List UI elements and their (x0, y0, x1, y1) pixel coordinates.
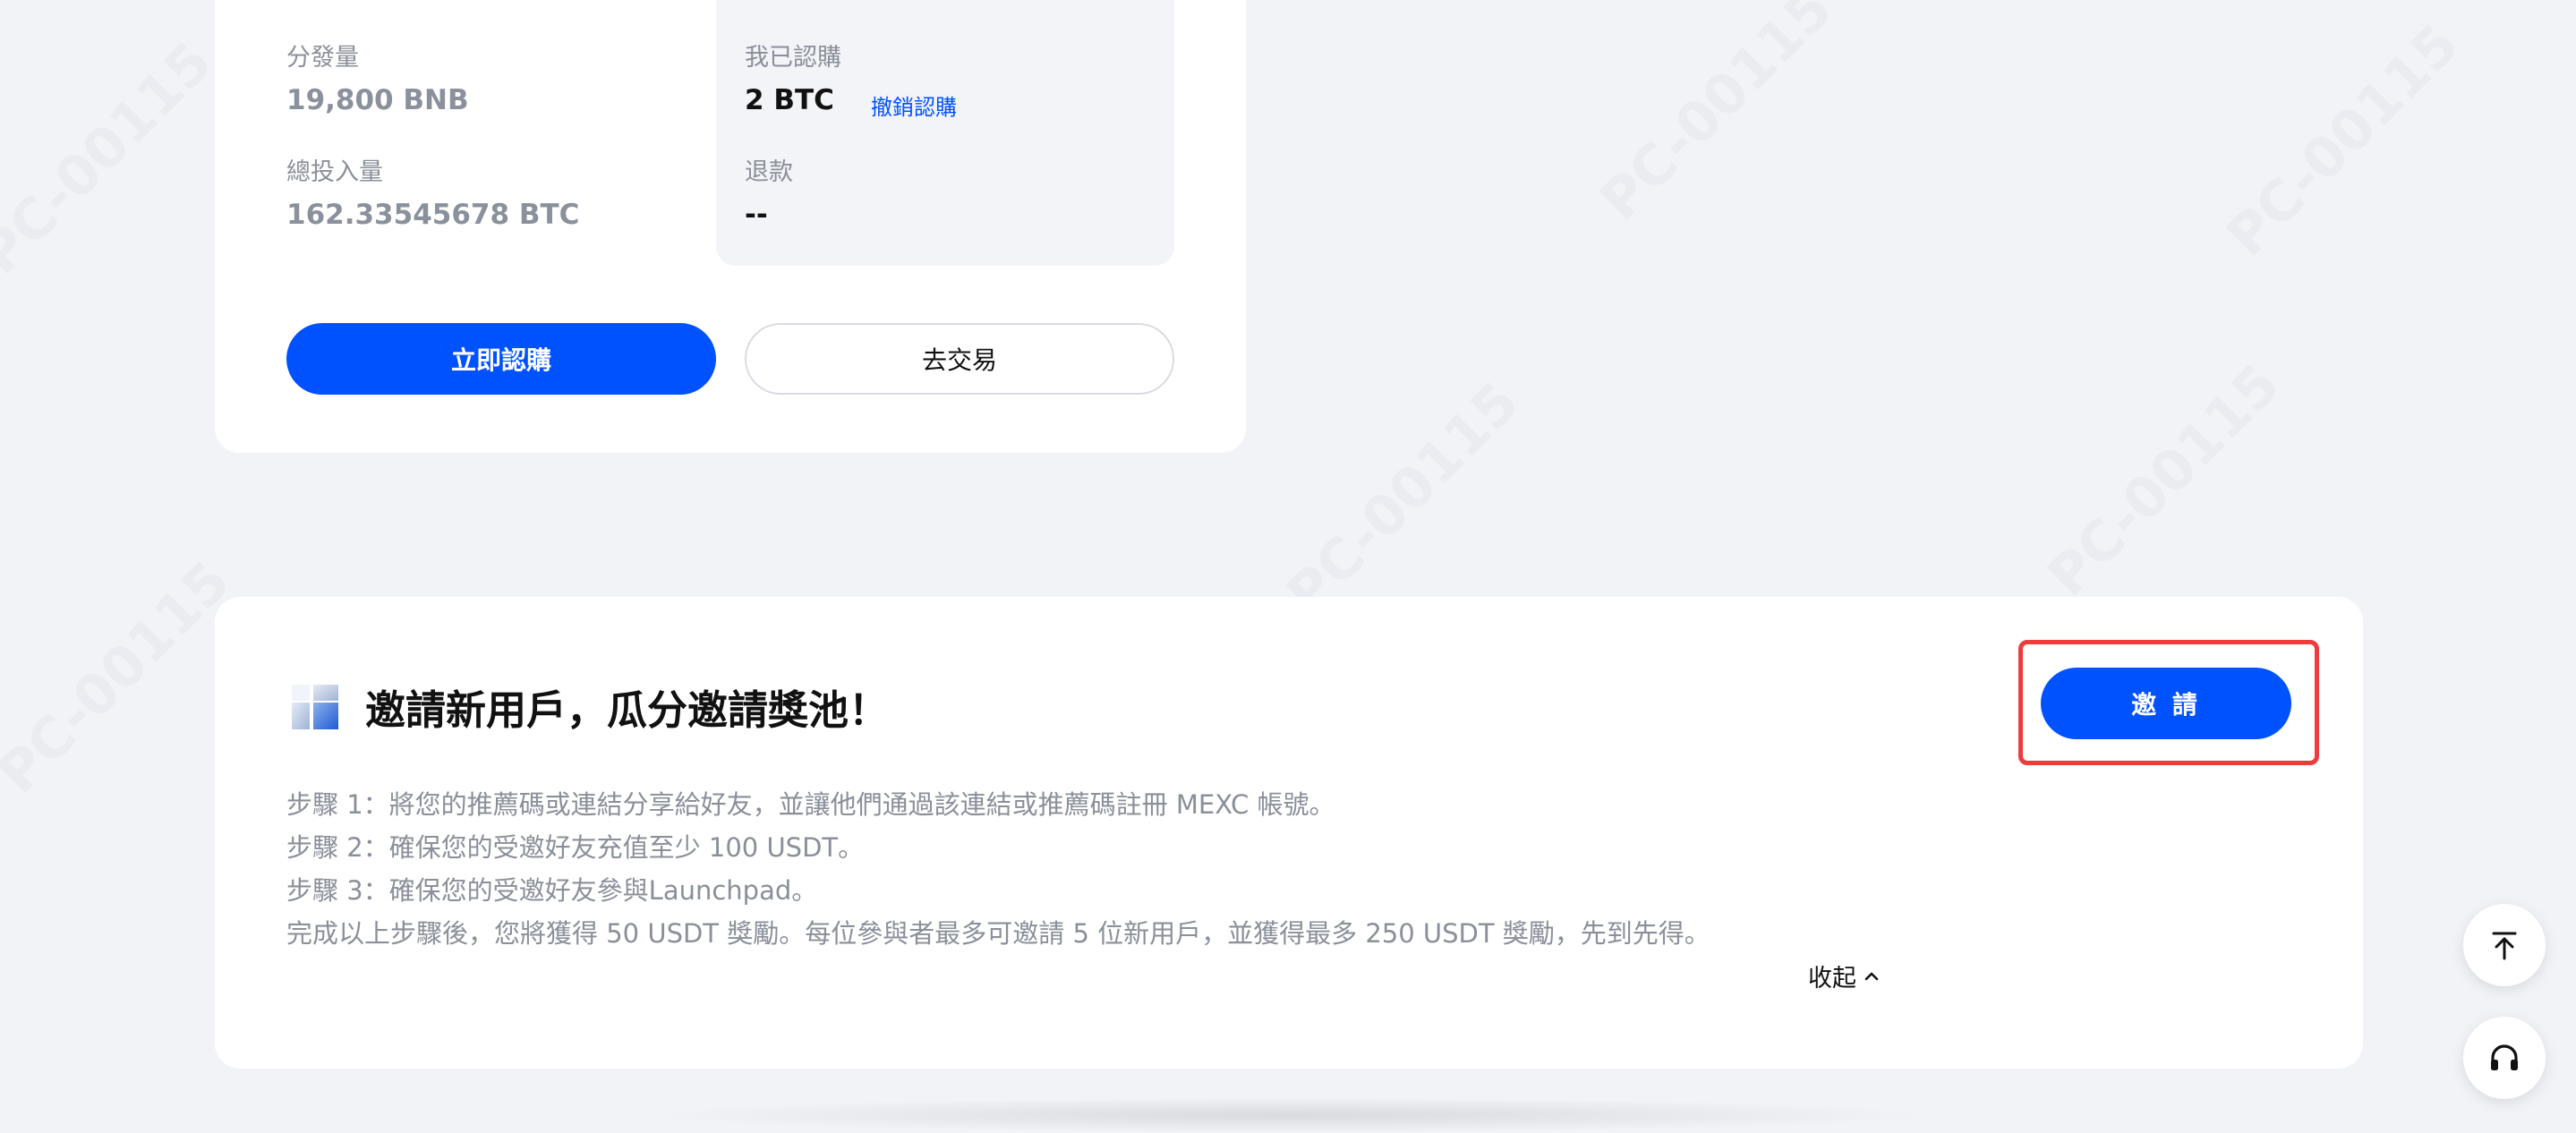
watermark: PC-00115 (0, 29, 225, 287)
subscribe-now-button[interactable]: 立即認購 (286, 323, 716, 395)
invite-step: 完成以上步驟後，您將獲得 50 USDT 獎勵。每位參與者最多可邀請 5 位新用… (286, 918, 1710, 949)
refund-value: -- (745, 199, 768, 231)
my-subscribed-value: 2 BTC (745, 84, 834, 116)
headset-icon (2491, 1044, 2518, 1070)
blocks-icon (292, 685, 338, 729)
support-button[interactable] (2463, 1017, 2546, 1099)
distribution-label: 分發量 (286, 44, 359, 72)
watermark: PC-00115 (2034, 351, 2292, 609)
total-input-value: 162.33545678 BTC (286, 199, 580, 231)
go-trade-button[interactable]: 去交易 (745, 323, 1174, 395)
arrow-up-to-top-icon (2492, 932, 2517, 960)
watermark: PC-00115 (0, 548, 243, 806)
back-to-top-button[interactable] (2463, 904, 2546, 986)
invite-highlight-box (2018, 640, 2319, 765)
chevron-up-icon (1864, 972, 1879, 980)
cancel-subscription-link[interactable]: 撤銷認購 (871, 89, 957, 121)
invite-steps: 步驟 1：將您的推薦碼或連結分享給好友，並讓他們通過該連結或推薦碼註冊 MEXC… (286, 783, 1754, 955)
watermark: PC-00115 (2213, 11, 2471, 269)
invite-title: 邀請新用戶，瓜分邀請獎池！ (365, 686, 890, 734)
invite-step: 步驟 1：將您的推薦碼或連結分享給好友，並讓他們通過該連結或推薦碼註冊 MEXC… (286, 789, 1335, 820)
distribution-value: 19,800 BNB (286, 84, 469, 116)
total-input-label: 總投入量 (286, 158, 383, 186)
collapse-label: 收起 (1808, 965, 1856, 992)
bottom-shadow (644, 1097, 1933, 1133)
invite-step: 步驟 2：確保您的受邀好友充值至少 100 USDT。 (286, 832, 865, 863)
collapse-toggle[interactable]: 收起 (1808, 958, 1880, 993)
watermark: PC-00115 (1274, 369, 1531, 627)
my-subscription-panel: 我已認購 2 BTC 撤銷認購 退款 -- (716, 0, 1174, 266)
invite-step: 步驟 3：確保您的受邀好友參與Launchpad。 (286, 875, 818, 906)
subscription-card: 分發量 19,800 BNB 總投入量 162.33545678 BTC 我已認… (215, 0, 1246, 453)
watermark: PC-00115 (1587, 0, 1845, 234)
refund-label: 退款 (745, 158, 793, 186)
my-subscribed-label: 我已認購 (745, 44, 841, 72)
